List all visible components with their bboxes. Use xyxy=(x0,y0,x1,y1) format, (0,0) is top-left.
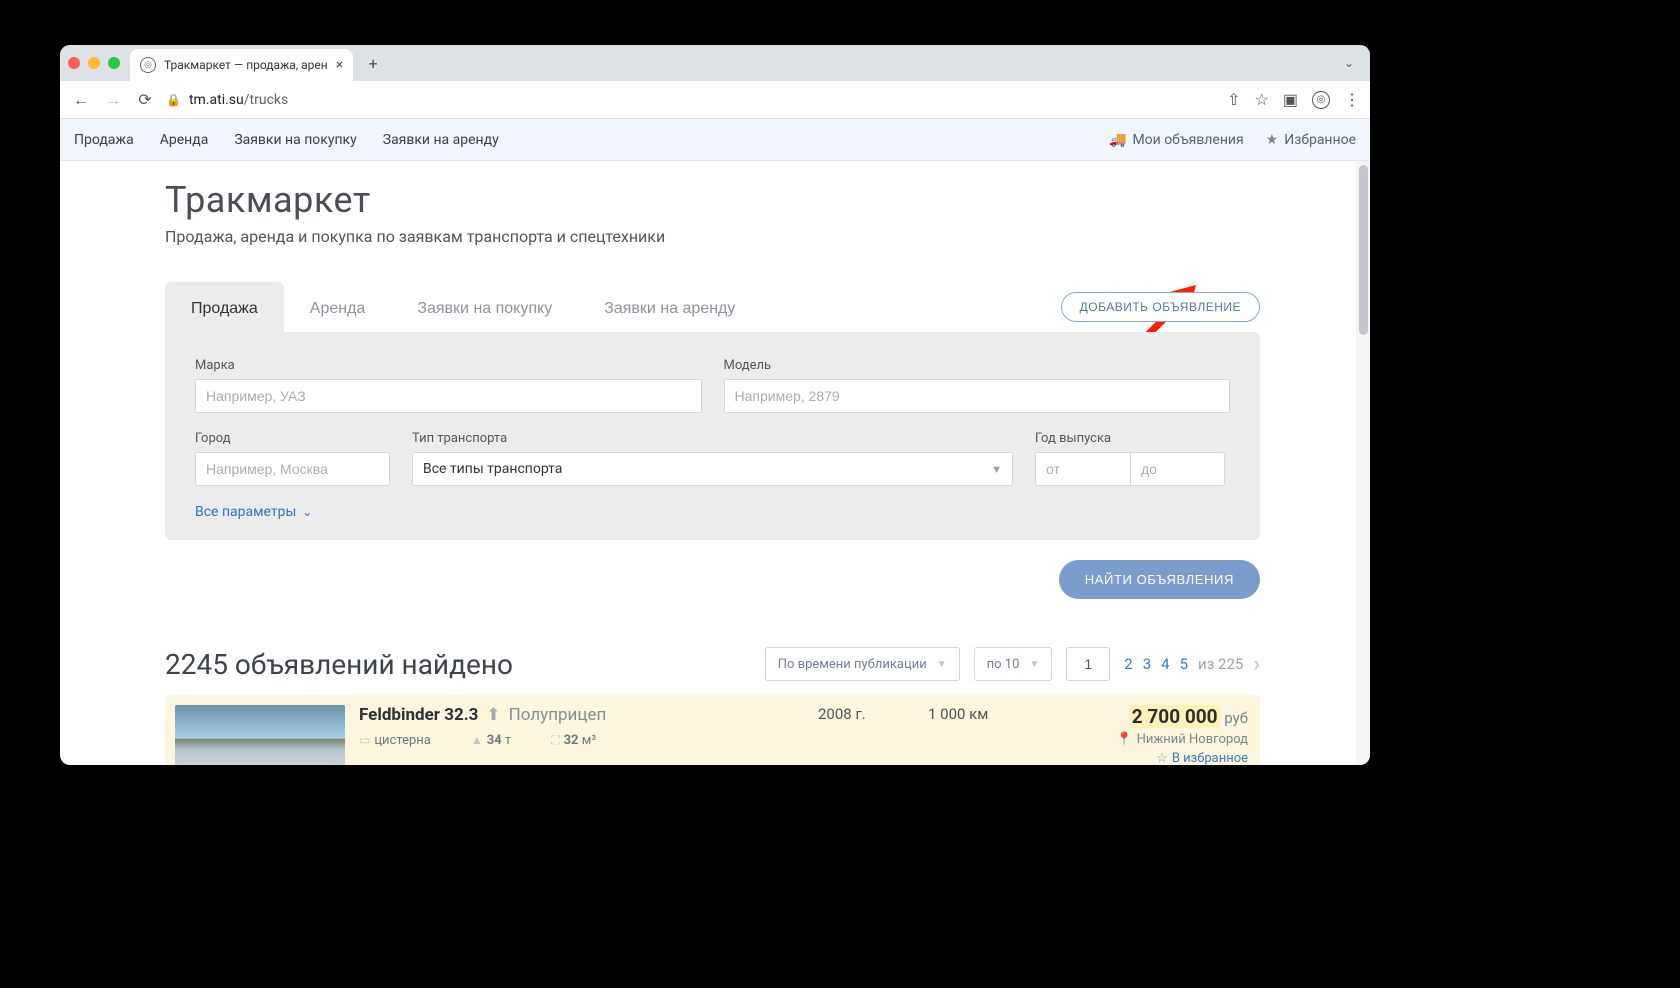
url-path: /trucks xyxy=(244,92,288,108)
tab-buy-req[interactable]: Заявки на покупку xyxy=(391,282,578,332)
tabs-overflow-icon[interactable]: ⌄ xyxy=(1344,56,1362,70)
window-controls[interactable] xyxy=(68,57,120,69)
url-host: tm.ati.su xyxy=(189,92,244,108)
maximize-window-icon[interactable] xyxy=(108,57,120,69)
type-value: Все типы транспорта xyxy=(423,461,562,477)
tab-rent-req[interactable]: Заявки на аренду xyxy=(578,282,761,332)
extension-icon[interactable]: ◎ xyxy=(1312,91,1330,109)
nav-favorites-label: Избранное xyxy=(1284,132,1356,148)
tab-sale[interactable]: Продажа xyxy=(165,282,284,332)
page-link[interactable]: 2 xyxy=(1124,655,1132,673)
url-box[interactable]: 🔒 tm.ati.su/trucks xyxy=(166,92,1217,108)
browser-tabbar: ◎ Тракмаркет — продажа, арен × + ⌄ xyxy=(60,45,1370,81)
filter-panel: Марка Модель Город xyxy=(165,332,1260,540)
bookmark-star-icon[interactable]: ☆ xyxy=(1255,90,1269,109)
spec-body: ▭цистерна xyxy=(359,733,431,748)
listing-location: 📍 Нижний Новгород xyxy=(1116,732,1248,747)
volume-icon: ⛶ xyxy=(551,733,559,747)
add-favorite-button[interactable]: ☆ В избранное xyxy=(1156,751,1248,765)
browser-window: ◎ Тракмаркет — продажа, арен × + ⌄ ← → ⟳… xyxy=(60,45,1370,765)
new-tab-button[interactable]: + xyxy=(359,49,387,77)
nav-sale[interactable]: Продажа xyxy=(74,132,134,148)
sidepanel-icon[interactable]: ▣ xyxy=(1283,90,1298,109)
listing-price: 2 700 000 руб xyxy=(1130,705,1248,728)
sort-value: По времени публикации xyxy=(778,657,927,672)
brand-input[interactable] xyxy=(195,379,702,413)
sort-select[interactable]: По времени публикации ▼ xyxy=(765,647,960,681)
star-icon: ★ xyxy=(1266,132,1279,148)
listing-mileage: 1 000 км xyxy=(928,705,1048,765)
pagination: 2 3 4 5 из 225 › xyxy=(1124,652,1260,677)
listing-title: Feldbinder 32.3 xyxy=(359,705,478,725)
type-select[interactable]: Все типы транспорта ▼ xyxy=(412,452,1013,486)
nav-reload-icon[interactable]: ⟳ xyxy=(134,90,156,109)
spec-weight: ▲34 т xyxy=(471,733,511,748)
page-title: Тракмаркет xyxy=(165,179,1260,221)
nav-my-ads-label: Мои объявления xyxy=(1132,132,1243,148)
search-tabs: Продажа Аренда Заявки на покупку Заявки … xyxy=(165,282,1260,332)
page-link[interactable]: 3 xyxy=(1143,655,1151,673)
city-input[interactable] xyxy=(195,452,390,486)
browser-tab[interactable]: ◎ Тракмаркет — продажа, арен × xyxy=(130,49,353,81)
perpage-value: по 10 xyxy=(987,657,1020,672)
page-subtitle: Продажа, аренда и покупка по заявкам тра… xyxy=(165,227,1260,246)
body-icon: ▭ xyxy=(359,733,370,747)
model-label: Модель xyxy=(724,358,1231,373)
site-secondary-nav: Продажа Аренда Заявки на покупку Заявки … xyxy=(60,119,1370,161)
listing-year: 2008 г. xyxy=(818,705,928,765)
nav-back-icon[interactable]: ← xyxy=(70,90,92,110)
page-input[interactable] xyxy=(1066,647,1110,681)
chevron-down-icon: ▼ xyxy=(1029,659,1039,670)
year-label: Год выпуска xyxy=(1035,431,1230,446)
type-label: Тип транспорта xyxy=(412,431,1013,446)
lock-icon: 🔒 xyxy=(166,93,181,107)
tab-title: Тракмаркет — продажа, арен xyxy=(164,58,328,72)
model-input[interactable] xyxy=(724,379,1231,413)
site-favicon-icon: ◎ xyxy=(140,57,156,73)
listing-category: Полуприцеп xyxy=(509,705,607,725)
star-outline-icon: ☆ xyxy=(1156,751,1168,765)
perpage-select[interactable]: по 10 ▼ xyxy=(974,647,1053,681)
chevron-down-icon: ▼ xyxy=(991,463,1002,476)
next-page-icon[interactable]: › xyxy=(1253,652,1260,677)
year-to-input[interactable] xyxy=(1130,452,1225,486)
browser-menu-icon[interactable]: ⋮ xyxy=(1344,90,1360,109)
year-from-input[interactable] xyxy=(1035,452,1130,486)
nav-rent-requests[interactable]: Заявки на аренду xyxy=(383,132,499,148)
close-window-icon[interactable] xyxy=(68,57,80,69)
nav-forward-icon[interactable]: → xyxy=(102,90,124,110)
page-link[interactable]: 5 xyxy=(1180,655,1188,673)
page-body: Тракмаркет Продажа, аренда и покупка по … xyxy=(60,161,1370,765)
tab-rent[interactable]: Аренда xyxy=(284,282,392,332)
nav-buy-requests[interactable]: Заявки на покупку xyxy=(234,132,356,148)
listing-thumbnail xyxy=(175,705,345,765)
search-button[interactable]: НАЙТИ ОБЪЯВЛЕНИЯ xyxy=(1059,560,1260,599)
all-params-toggle[interactable]: Все параметры ⌄ xyxy=(195,504,1230,520)
scrollbar-track[interactable] xyxy=(1356,161,1370,765)
results-count: 2245 объявлений найдено xyxy=(165,648,513,681)
nav-my-ads[interactable]: 🚚 Мои объявления xyxy=(1109,132,1244,148)
nav-rent[interactable]: Аренда xyxy=(160,132,209,148)
browser-address-bar: ← → ⟳ 🔒 tm.ati.su/trucks ⇧ ☆ ▣ ◎ ⋮ xyxy=(60,81,1370,119)
share-icon[interactable]: ⇧ xyxy=(1227,90,1240,109)
pin-icon: 📍 xyxy=(1116,732,1132,747)
add-listing-button[interactable]: ДОБАВИТЬ ОБЪЯВЛЕНИЕ xyxy=(1061,292,1260,322)
total-pages: из 225 xyxy=(1198,655,1243,673)
tab-close-icon[interactable]: × xyxy=(336,57,343,73)
results-header: 2245 объявлений найдено По времени публи… xyxy=(165,647,1260,681)
truck-icon: 🚚 xyxy=(1109,132,1126,148)
chevron-down-icon: ⌄ xyxy=(302,505,312,519)
page-link[interactable]: 4 xyxy=(1161,655,1169,673)
promote-icon[interactable]: ⬆ xyxy=(486,705,500,725)
brand-label: Марка xyxy=(195,358,702,373)
weight-icon: ▲ xyxy=(471,733,483,747)
listing-card[interactable]: Feldbinder 32.3 ⬆ Полуприцеп ▭цистерна ▲… xyxy=(165,695,1260,765)
spec-volume: ⛶32 м³ xyxy=(551,733,596,748)
all-params-label: Все параметры xyxy=(195,504,296,520)
nav-favorites[interactable]: ★ Избранное xyxy=(1266,132,1356,148)
minimize-window-icon[interactable] xyxy=(88,57,100,69)
city-label: Город xyxy=(195,431,390,446)
chevron-down-icon: ▼ xyxy=(937,659,947,670)
scrollbar-thumb[interactable] xyxy=(1359,165,1368,335)
